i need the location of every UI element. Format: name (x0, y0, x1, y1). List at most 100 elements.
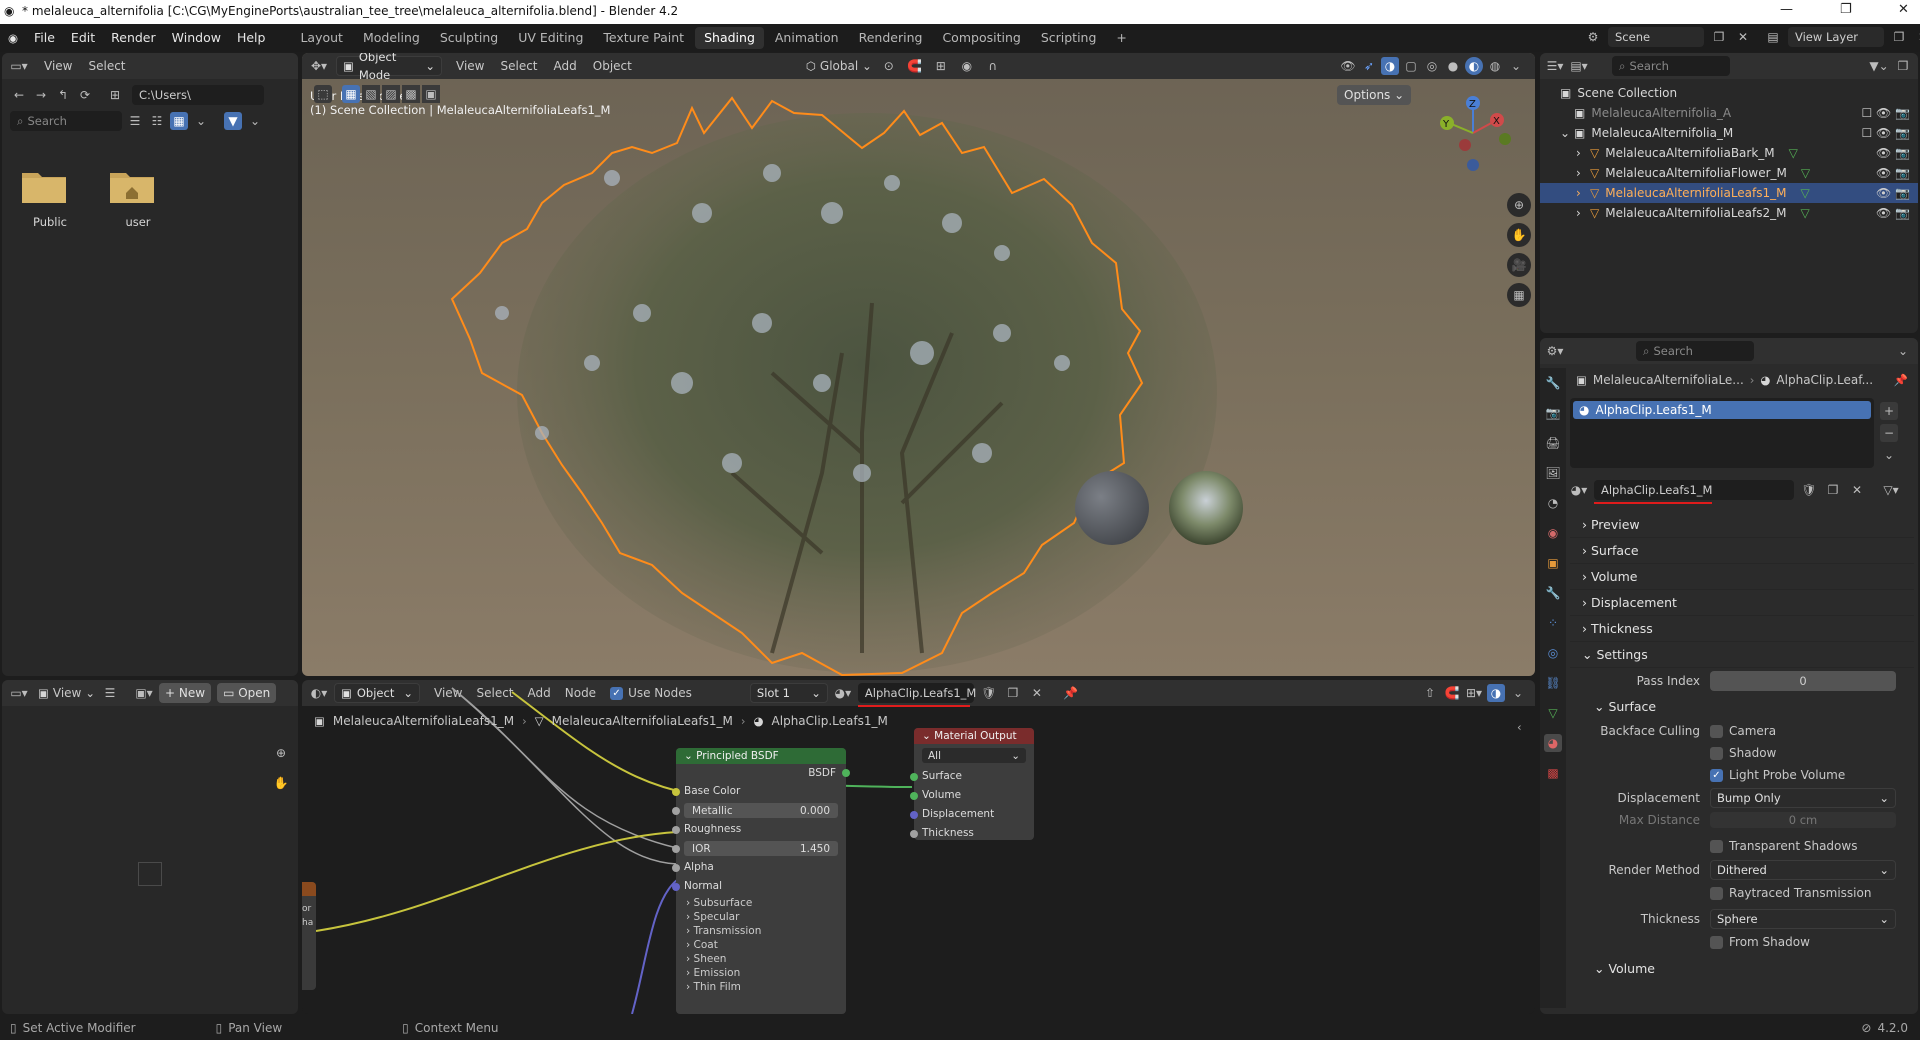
metallic-field[interactable]: Metallic 0.000 (684, 803, 838, 818)
texture-tab-icon[interactable]: ▩ (1544, 764, 1562, 782)
refresh-icon[interactable]: ⟳ (76, 86, 94, 104)
fb-menu-view[interactable]: View (44, 59, 72, 73)
mesh-data-icon[interactable]: ▽ (1801, 183, 1810, 203)
wireframe-shading-icon[interactable]: ◎ (1423, 57, 1441, 75)
section-surface[interactable]: › Surface (1570, 538, 1914, 564)
roughness-socket[interactable] (672, 826, 680, 834)
normal-socket[interactable] (672, 883, 680, 891)
bsdf-panel-toggle[interactable]: › Subsurface (686, 896, 846, 910)
chevron-down-icon[interactable]: ⌄ (1894, 342, 1912, 360)
vp-menu-view[interactable]: View (456, 59, 484, 73)
material-slot-item[interactable]: ◕ AlphaClip.Leafs1_M (1573, 401, 1871, 419)
menu-window[interactable]: Window (164, 24, 229, 52)
tab-texture-paint[interactable]: Texture Paint (594, 27, 693, 49)
subsection-volume[interactable]: ⌄ Volume (1570, 956, 1914, 982)
particles-tab-icon[interactable]: ⁘ (1544, 614, 1562, 632)
editor-type-icon[interactable]: ⚙▾ (1546, 342, 1564, 360)
visibility-toggle-icons[interactable]: 👁 📷 (1876, 203, 1910, 223)
fake-user-icon[interactable]: 🛡 (1800, 481, 1818, 499)
camera-view-icon[interactable]: 🎥 (1507, 253, 1531, 277)
material-tab-icon[interactable]: ◕ (1544, 734, 1562, 752)
material-shading-icon[interactable]: ◐ (1465, 57, 1483, 75)
pin-icon[interactable]: 📌 (1894, 373, 1908, 387)
parent-dir-icon[interactable]: ↰ (54, 86, 72, 104)
editor-type-icon[interactable]: ☰▾ (1546, 57, 1564, 75)
browse-material-icon[interactable]: ◕▾ (1570, 481, 1588, 499)
browse-image-icon[interactable]: ▣▾ (135, 684, 153, 702)
slot-menu-icon[interactable]: ⌄ (1880, 446, 1898, 464)
remove-view-layer-icon[interactable]: ✕ (1914, 28, 1920, 46)
bsdf-output-socket[interactable] (842, 769, 850, 777)
outliner-row[interactable]: ⌄ ▣ MelaleucaAlternifolia_M ☐ 👁 📷 (1540, 123, 1918, 143)
new-folder-icon[interactable]: ⊞ (106, 86, 124, 104)
mode-dropdown[interactable]: ▣ Object Mode ⌄ (336, 53, 442, 82)
list-vertical-icon[interactable]: ☰ (126, 112, 144, 130)
ior-field[interactable]: IOR 1.450 (684, 841, 838, 856)
section-displacement[interactable]: › Displacement (1570, 590, 1914, 616)
section-settings[interactable]: ⌄ Settings (1570, 642, 1914, 668)
thumbnail-view-icon[interactable]: ▦ (170, 112, 188, 130)
navigation-gizmo[interactable]: Z X Y (1435, 93, 1515, 173)
viewport-3d[interactable]: ✥▾ ▣ Object Mode ⌄ View Select Add Object … (302, 53, 1535, 676)
scene-icon[interactable]: ⚙ (1584, 28, 1602, 46)
menu-edit[interactable]: Edit (63, 24, 103, 52)
add-workspace-icon[interactable]: + (1107, 27, 1135, 49)
visibility-toggle-icons[interactable]: 👁 📷 (1876, 163, 1910, 183)
scene-selector[interactable]: Scene (1608, 27, 1704, 47)
tree-root[interactable]: ▣ Scene Collection (1540, 83, 1918, 103)
constraints-tab-icon[interactable]: ⛓ (1544, 674, 1562, 692)
render-method-dropdown[interactable]: Dithered ⌄ (1710, 860, 1896, 880)
menu-file[interactable]: File (26, 24, 63, 52)
visibility-toggle-icons[interactable]: 👁 📷 (1876, 183, 1910, 203)
image-view-menu[interactable]: ▣ View ⌄ (38, 686, 95, 700)
zoom-icon[interactable]: ⊕ (1507, 193, 1531, 217)
view-layer-tab-icon[interactable]: 🖼 (1544, 464, 1562, 482)
output-node-header[interactable]: ⌄ Material Output (914, 728, 1034, 744)
add-slot-icon[interactable]: + (1880, 402, 1898, 420)
falloff-icon[interactable]: ∩ (984, 57, 1002, 75)
fb-search-input[interactable]: ⌕ Search (10, 111, 122, 131)
filter-icon[interactable]: ▼ (224, 112, 242, 130)
tab-rendering[interactable]: Rendering (850, 27, 932, 49)
tab-shading[interactable]: Shading (695, 27, 764, 49)
filter-dropdown-icon[interactable]: ⌄ (246, 112, 264, 130)
new-collection-icon[interactable]: ❐ (1894, 57, 1912, 75)
close-icon[interactable]: ✕ (1898, 2, 1909, 17)
section-preview[interactable]: › Preview (1570, 512, 1914, 538)
surface-socket[interactable] (910, 773, 918, 781)
path-field[interactable]: C:\Users\ (132, 85, 264, 105)
material-name-field[interactable]: AlphaClip.Leafs1_M (1594, 480, 1794, 504)
vp-menu-add[interactable]: Add (554, 59, 577, 73)
tab-uv-editing[interactable]: UV Editing (509, 27, 592, 49)
minimize-icon[interactable]: — (1780, 2, 1793, 17)
hamburger-icon[interactable]: ☰ (101, 684, 119, 702)
remove-slot-icon[interactable]: − (1880, 424, 1898, 442)
thickness-dropdown[interactable]: Sphere ⌄ (1710, 909, 1896, 929)
bsdf-panel-toggle[interactable]: › Coat (686, 938, 846, 952)
section-volume[interactable]: › Volume (1570, 564, 1914, 590)
view-layer-icon[interactable]: ▤ (1764, 28, 1782, 46)
max-distance-field[interactable]: 0 cm (1710, 812, 1896, 828)
node-editor-panel[interactable]: ◐▾ ▣ Object ⌄ View Select Add Node ✓ Use No… (302, 680, 1535, 1014)
folder-user[interactable]: user (108, 165, 168, 229)
remove-scene-icon[interactable]: ✕ (1734, 28, 1752, 46)
bsdf-panel-toggle[interactable]: › Specular (686, 910, 846, 924)
tab-animation[interactable]: Animation (766, 27, 848, 49)
visibility-icon[interactable]: 👁 (1339, 57, 1357, 75)
new-scene-icon[interactable]: ❐ (1710, 28, 1728, 46)
mesh-data-icon[interactable]: ▽ (1801, 163, 1810, 183)
raytraced-transmission-checkbox[interactable] (1710, 886, 1723, 900)
object-tab-icon[interactable]: ▣ (1544, 554, 1562, 572)
expand-chevron-icon[interactable]: › (1576, 203, 1590, 223)
filter-icon[interactable]: ▼⌄ (1869, 57, 1888, 75)
metallic-socket[interactable] (672, 807, 680, 815)
perspective-grid-icon[interactable]: ▦ (1507, 283, 1531, 307)
display-size-dropdown-icon[interactable]: ⌄ (192, 112, 210, 130)
camera-checkbox[interactable] (1710, 724, 1723, 738)
snap-icon[interactable]: 🧲 (906, 57, 924, 75)
outliner-row[interactable]: › ▽ MelaleucaAlternifoliaLeafs1_M ▽ 👁 📷 (1540, 183, 1918, 203)
menu-render[interactable]: Render (103, 24, 164, 52)
material-output-node[interactable]: ⌄ Material Output All ⌄ Surface Volume Di… (910, 728, 1034, 840)
menu-help[interactable]: Help (229, 24, 274, 52)
xray-icon[interactable]: ▢ (1402, 57, 1420, 75)
